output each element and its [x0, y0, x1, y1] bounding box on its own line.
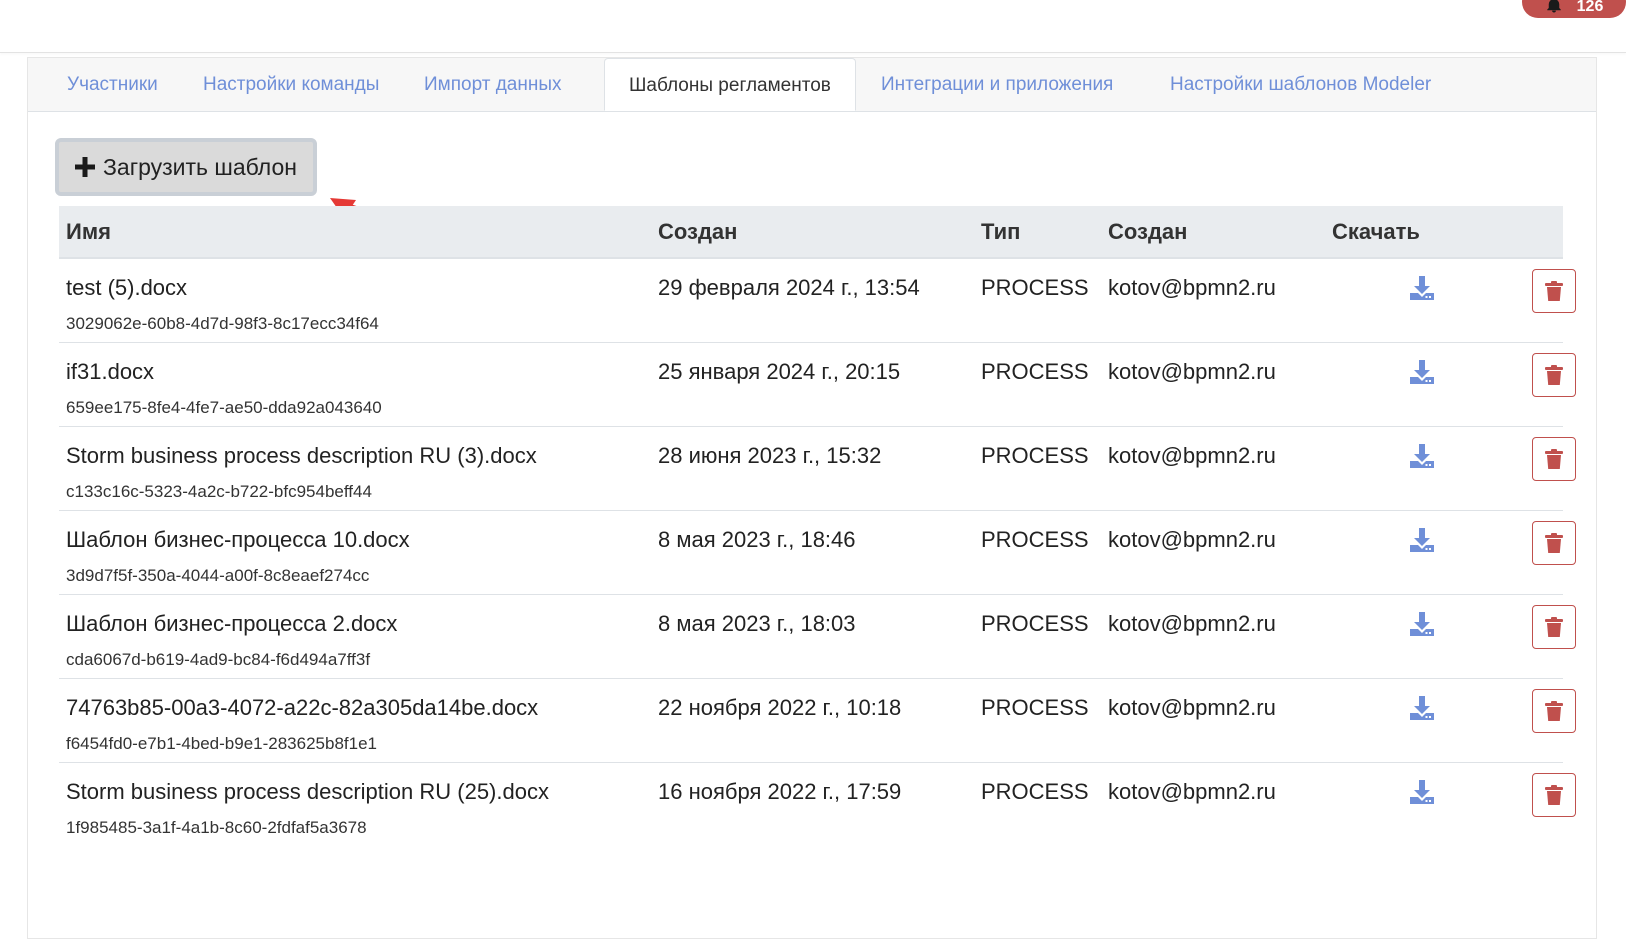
table-header: Имя Создан Тип Создан Скачать [59, 206, 1563, 259]
top-navbar: 126 [0, 0, 1626, 53]
delete-button[interactable] [1532, 437, 1576, 481]
column-created: Создан [658, 219, 738, 244]
table-row: 74763b85-00a3-4072-a22c-82a305da14be.doc… [59, 679, 1576, 763]
notifications-badge[interactable]: 126 [1522, 0, 1626, 18]
download-icon[interactable] [1409, 443, 1435, 469]
download-icon[interactable] [1409, 611, 1435, 637]
table-row: Шаблон бизнес-процесса 2.docx cda6067d-b… [59, 595, 1576, 679]
template-id: 3029062e-60b8-4d7d-98f3-8c17ecc34f64 [66, 314, 379, 333]
template-type: PROCESS [981, 611, 1089, 636]
download-icon[interactable] [1409, 527, 1435, 553]
template-name: Шаблон бизнес-процесса 2.docx [66, 611, 398, 636]
delete-button[interactable] [1532, 353, 1576, 397]
delete-button[interactable] [1532, 605, 1576, 649]
template-name: test (5).docx [66, 275, 188, 300]
download-icon[interactable] [1409, 275, 1435, 301]
template-author: kotov@bpmn2.ru [1108, 359, 1276, 384]
table-body: test (5).docx 3029062e-60b8-4d7d-98f3-8c… [59, 259, 1576, 846]
tab-regulation-templates[interactable]: Шаблоны регламентов [604, 58, 856, 111]
trash-icon [1545, 533, 1563, 553]
trash-icon [1545, 449, 1563, 469]
tab-team-settings[interactable]: Настройки команды [203, 58, 379, 111]
template-created-date: 29 февраля 2024 г., 13:54 [658, 275, 920, 300]
template-id: 3d9d7f5f-350a-4044-a00f-8c8eaef274cc [66, 566, 370, 585]
template-created-date: 8 мая 2023 г., 18:46 [658, 527, 856, 552]
notifications-count: 126 [1576, 0, 1604, 15]
column-name: Имя [66, 219, 111, 244]
trash-icon [1545, 617, 1563, 637]
bell-icon [1546, 0, 1561, 13]
template-type: PROCESS [981, 695, 1089, 720]
template-name: Шаблон бизнес-процесса 10.docx [66, 527, 410, 552]
template-author: kotov@bpmn2.ru [1108, 611, 1276, 636]
trash-icon [1545, 365, 1563, 385]
template-author: kotov@bpmn2.ru [1108, 527, 1276, 552]
trash-icon [1545, 785, 1563, 805]
trash-icon [1545, 281, 1563, 301]
template-name: Storm business process description RU (2… [66, 779, 549, 804]
delete-button[interactable] [1532, 773, 1576, 817]
template-type: PROCESS [981, 275, 1089, 300]
template-id: 1f985485-3a1f-4a1b-8c60-2fdfaf5a3678 [66, 818, 367, 837]
tab-participants[interactable]: Участники [67, 58, 158, 111]
template-created-date: 22 ноября 2022 г., 10:18 [658, 695, 902, 720]
column-type: Тип [981, 219, 1021, 244]
table-row: if31.docx 659ee175-8fe4-4fe7-ae50-dda92a… [59, 343, 1576, 427]
delete-button[interactable] [1532, 269, 1576, 313]
template-type: PROCESS [981, 443, 1089, 468]
template-id: f6454fd0-e7b1-4bed-b9e1-283625b8f1e1 [66, 734, 377, 753]
template-id: c133c16c-5323-4a2c-b722-bfc954beff44 [66, 482, 372, 501]
table-row: Storm business process description RU (2… [59, 763, 1576, 846]
template-name: if31.docx [66, 359, 155, 384]
template-author: kotov@bpmn2.ru [1108, 695, 1276, 720]
upload-template-label: Загрузить шаблон [103, 153, 297, 180]
upload-template-button[interactable]: Загрузить шаблон [55, 138, 317, 196]
column-download: Скачать [1332, 219, 1420, 244]
template-author: kotov@bpmn2.ru [1108, 779, 1276, 804]
table-row: Storm business process description RU (3… [59, 427, 1576, 511]
trash-icon [1545, 701, 1563, 721]
template-name: 74763b85-00a3-4072-a22c-82a305da14be.doc… [66, 695, 539, 720]
template-author: kotov@bpmn2.ru [1108, 275, 1276, 300]
template-id: cda6067d-b619-4ad9-bc84-f6d494a7ff3f [66, 650, 371, 669]
template-created-date: 25 января 2024 г., 20:15 [658, 359, 901, 384]
plus-icon [75, 157, 96, 177]
templates-table: Имя Создан Тип Создан Скачать test (5).d… [59, 206, 1576, 846]
template-created-date: 28 июня 2023 г., 15:32 [658, 443, 882, 468]
template-type: PROCESS [981, 359, 1089, 384]
delete-button[interactable] [1532, 521, 1576, 565]
template-created-date: 16 ноября 2022 г., 17:59 [658, 779, 902, 804]
table-row: test (5).docx 3029062e-60b8-4d7d-98f3-8c… [59, 259, 1576, 343]
team-settings-panel: Участники Настройки команды Импорт данны… [27, 57, 1597, 939]
settings-tabs: Участники Настройки команды Импорт данны… [28, 58, 1596, 112]
tab-modeler-templates[interactable]: Настройки шаблонов Modeler [1170, 58, 1431, 111]
template-id: 659ee175-8fe4-4fe7-ae50-dda92a043640 [66, 398, 382, 417]
template-name: Storm business process description RU (3… [66, 443, 537, 468]
download-icon[interactable] [1409, 779, 1435, 805]
template-author: kotov@bpmn2.ru [1108, 443, 1276, 468]
download-icon[interactable] [1409, 695, 1435, 721]
delete-button[interactable] [1532, 689, 1576, 733]
column-author: Создан [1108, 219, 1188, 244]
table-row: Шаблон бизнес-процесса 10.docx 3d9d7f5f-… [59, 511, 1576, 595]
template-type: PROCESS [981, 779, 1089, 804]
tab-data-import[interactable]: Импорт данных [424, 58, 562, 111]
tab-integrations[interactable]: Интеграции и приложения [881, 58, 1113, 111]
template-created-date: 8 мая 2023 г., 18:03 [658, 611, 856, 636]
template-type: PROCESS [981, 527, 1089, 552]
download-icon[interactable] [1409, 359, 1435, 385]
